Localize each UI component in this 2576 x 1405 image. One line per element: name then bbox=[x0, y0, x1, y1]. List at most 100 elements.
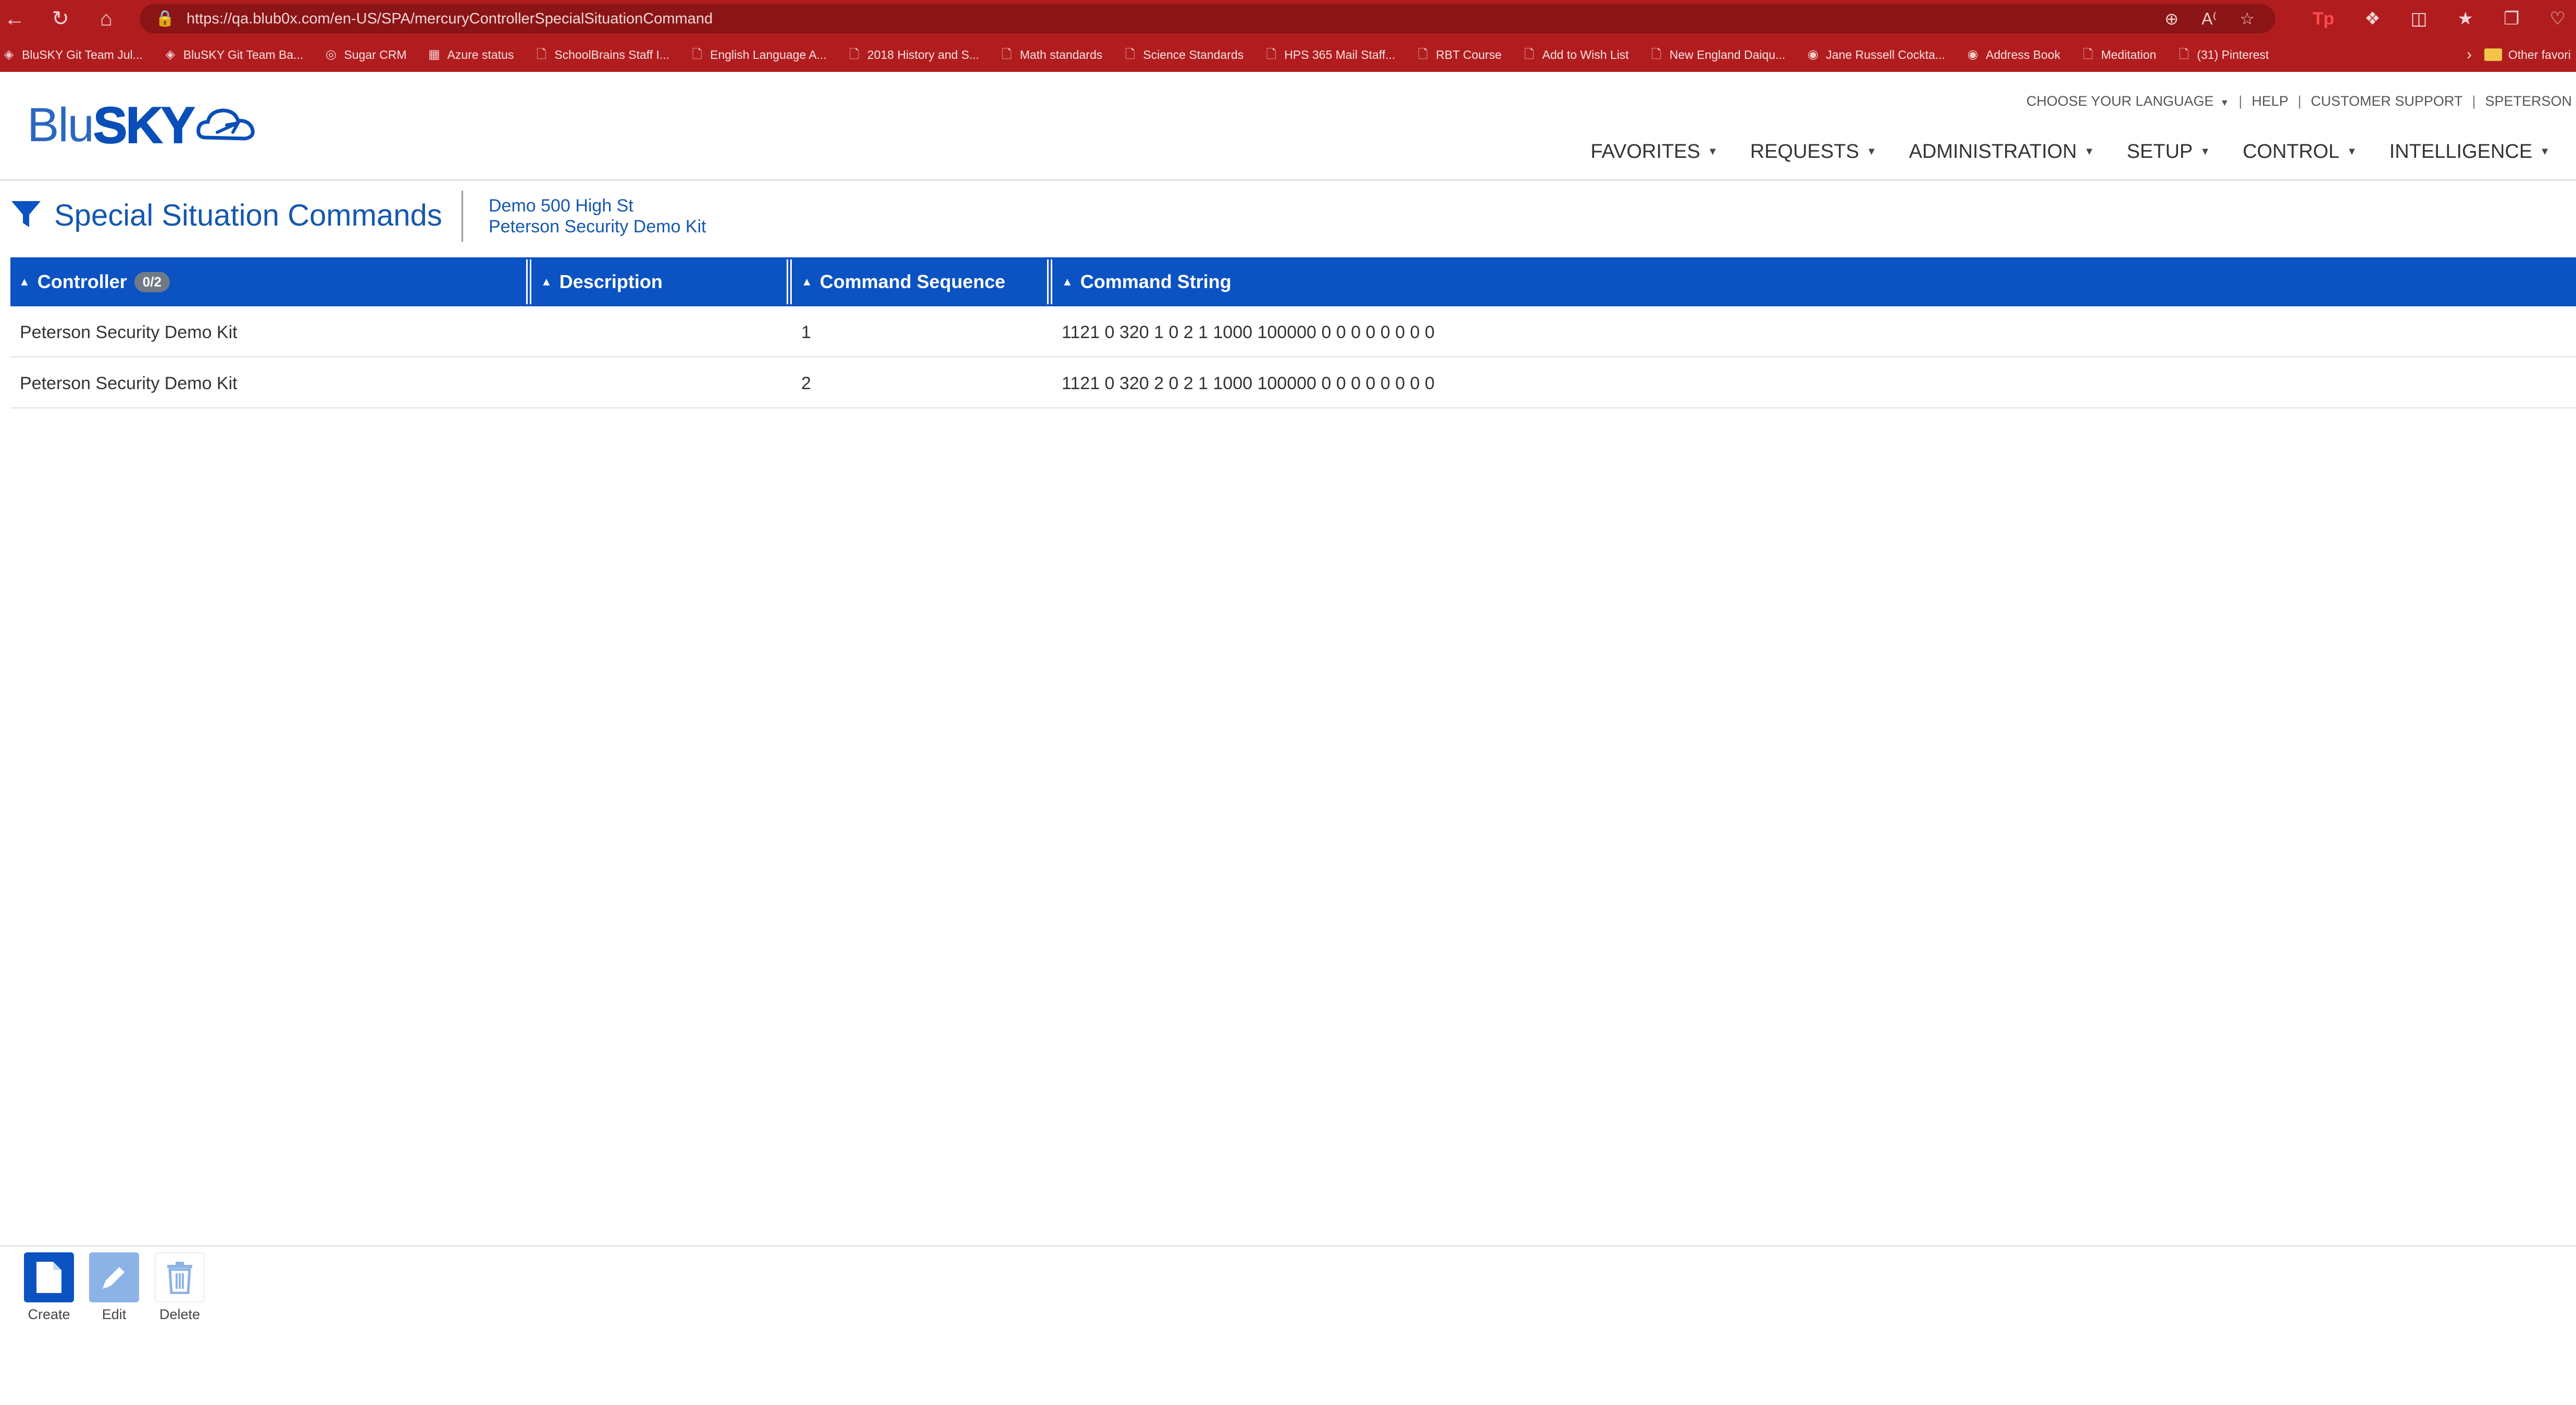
lock-icon: 🔒 bbox=[155, 10, 175, 27]
page-icon: 🗋 bbox=[1125, 47, 1135, 61]
address-bar[interactable]: 🔒 https://qa.blub0x.com/en-US/SPA/mercur… bbox=[140, 4, 2275, 33]
page-icon: 🗋 bbox=[1002, 47, 1012, 61]
table-row[interactable]: Peterson Security Demo Kit 1 1121 0 320 … bbox=[10, 307, 2576, 357]
language-dropdown[interactable]: CHOOSE YOUR LANGUAGE ▼ bbox=[2026, 93, 2229, 109]
column-header-command-sequence[interactable]: ▲︎ Command Sequence bbox=[801, 257, 1005, 306]
table-row[interactable]: Peterson Security Demo Kit 2 1121 0 320 … bbox=[10, 358, 2576, 408]
globe-icon: ◉ bbox=[1807, 47, 1819, 61]
extension-icon[interactable]: Tp bbox=[2312, 9, 2334, 29]
nav-favorites[interactable]: FAVORITES ▼ bbox=[1590, 141, 1718, 163]
bookmark-item[interactable]: 🗋 Math standards bbox=[1000, 47, 1102, 62]
column-header-description[interactable]: ▲︎ Description bbox=[541, 257, 663, 306]
cell-sequence: 1 bbox=[801, 322, 811, 342]
main-navigation: FAVORITES ▼ REQUESTS ▼ ADMINISTRATION ▼ SET… bbox=[1590, 139, 2550, 165]
page-icon: 🗋 bbox=[1266, 47, 1276, 61]
split-screen-icon[interactable]: ◫ bbox=[2410, 8, 2427, 29]
bookmark-item[interactable]: 🗋 Add to Wish List bbox=[1523, 47, 1629, 62]
caret-down-icon: ▼ bbox=[2220, 97, 2230, 108]
column-resize-handle[interactable] bbox=[787, 259, 792, 304]
column-resize-handle[interactable] bbox=[1047, 259, 1052, 304]
blusky-logo[interactable]: Blu SKY bbox=[27, 94, 258, 152]
sort-ascending-icon: ▲ bbox=[19, 275, 30, 288]
filter-icon[interactable] bbox=[10, 199, 42, 230]
page-icon: 🗋 bbox=[1651, 47, 1662, 61]
bookmark-item[interactable]: 🗋 (31) Pinterest bbox=[2177, 47, 2269, 62]
title-divider bbox=[462, 191, 463, 242]
selection-count-badge: 0/2 bbox=[134, 271, 170, 292]
customer-support-link[interactable]: CUSTOMER SUPPORT bbox=[2311, 93, 2463, 109]
browser-toolbar: ← ↻ ⌂ 🔒 https://qa.blub0x.com/en-US/SPA/… bbox=[0, 0, 2576, 38]
nav-requests[interactable]: REQUESTS ▼ bbox=[1750, 141, 1877, 163]
edit-button[interactable]: Edit bbox=[88, 1252, 140, 1323]
caret-down-icon: ▼ bbox=[1866, 145, 1877, 157]
bookmark-item[interactable]: 🗋 English Language A... bbox=[690, 47, 826, 62]
bookmark-item[interactable]: 🗋 SchoolBrains Staff I... bbox=[534, 47, 669, 62]
column-header-controller[interactable]: ▲ Controller 0/2 bbox=[19, 257, 170, 306]
cell-command-string: 1121 0 320 2 0 2 1 1000 100000 0 0 0 0 0… bbox=[1062, 374, 1435, 393]
header-divider bbox=[0, 179, 2576, 181]
bookmark-item[interactable]: ◉ Jane Russell Cockta... bbox=[1806, 47, 1945, 62]
page-icon: 🗋 bbox=[1524, 47, 1535, 61]
bookmarks-bar: ◈ BluSKY Git Team Jul... ◈ BluSKY Git Team … bbox=[0, 38, 2576, 72]
page-icon: 🗋 bbox=[2083, 47, 2093, 61]
favorite-star-icon[interactable]: ☆ bbox=[2239, 9, 2255, 29]
refresh-icon[interactable]: ↻ bbox=[46, 4, 75, 33]
nav-setup[interactable]: SETUP ▼ bbox=[2127, 141, 2211, 163]
page-icon: 🗋 bbox=[1417, 47, 1428, 61]
page-icon: 🗋 bbox=[849, 47, 860, 61]
bookmark-item[interactable]: ◈ BluSKY Git Team Jul... bbox=[2, 47, 143, 62]
bookmark-item[interactable]: ◈ BluSKY Git Team Ba... bbox=[164, 47, 304, 62]
bookmark-item[interactable]: ▦ Azure status bbox=[428, 47, 514, 62]
bookmark-item[interactable]: 🗋 New England Daiqu... bbox=[1650, 47, 1785, 62]
nav-control[interactable]: CONTROL ▼ bbox=[2243, 141, 2357, 163]
back-arrow-icon[interactable]: ← bbox=[0, 4, 29, 33]
git-icon: ◈ bbox=[165, 47, 176, 61]
column-resize-handle[interactable] bbox=[526, 259, 531, 304]
context-info: Demo 500 High St Peterson Security Demo … bbox=[489, 195, 706, 237]
pencil-icon bbox=[103, 1267, 125, 1289]
zoom-icon[interactable]: ⊕ bbox=[2164, 9, 2179, 29]
utility-links: CHOOSE YOUR LANGUAGE ▼ | HELP | CUSTOMER … bbox=[2026, 93, 2572, 109]
cloud-logo-icon bbox=[196, 108, 255, 141]
collections-icon[interactable]: ❐ bbox=[2504, 8, 2519, 29]
url-text[interactable]: https://qa.blub0x.com/en-US/SPA/mercuryC… bbox=[186, 4, 713, 33]
other-favorites[interactable]: Other favori bbox=[2484, 38, 2576, 72]
create-button[interactable]: Create bbox=[23, 1252, 75, 1323]
page-title: Special Situation Commands bbox=[54, 198, 442, 232]
page-icon: 🗋 bbox=[692, 47, 702, 61]
extensions-puzzle-icon[interactable]: ❖ bbox=[2365, 8, 2380, 29]
context-controller: Peterson Security Demo Kit bbox=[489, 217, 706, 237]
performance-icon[interactable]: ♡ bbox=[2550, 8, 2566, 29]
delete-button[interactable]: Delete bbox=[154, 1252, 206, 1323]
chevron-right-icon[interactable]: › bbox=[2467, 38, 2472, 72]
nav-intelligence[interactable]: INTELLIGENCE ▼ bbox=[2390, 141, 2550, 163]
bookmark-item[interactable]: 🗋 Meditation bbox=[2081, 47, 2157, 62]
column-header-command-string[interactable]: ▲︎ Command String bbox=[1062, 257, 1231, 306]
context-site: Demo 500 High St bbox=[489, 196, 633, 216]
bookmark-item[interactable]: 🗋 Science Standards bbox=[1123, 47, 1244, 62]
caret-down-icon: ▼ bbox=[2540, 145, 2550, 157]
cell-command-string: 1121 0 320 1 0 2 1 1000 100000 0 0 0 0 0… bbox=[1062, 322, 1435, 342]
home-icon[interactable]: ⌂ bbox=[92, 4, 121, 33]
bookmark-item[interactable]: ◉ Address Book bbox=[1966, 47, 2061, 62]
bookmark-item[interactable]: 🗋 2018 History and S... bbox=[848, 47, 979, 62]
help-link[interactable]: HELP bbox=[2251, 93, 2288, 109]
user-menu[interactable]: SPETERSON bbox=[2485, 93, 2572, 109]
caret-down-icon: ▼ bbox=[1707, 145, 1718, 157]
caret-down-icon: ▼ bbox=[2200, 145, 2211, 157]
bookmark-item[interactable]: 🗋 HPS 365 Mail Staff... bbox=[1264, 47, 1396, 62]
bookmark-item[interactable]: 🗋 RBT Course bbox=[1416, 47, 1502, 62]
read-aloud-icon[interactable]: A⁽ bbox=[2201, 9, 2217, 29]
sugar-icon: ◎ bbox=[325, 47, 337, 61]
cell-sequence: 2 bbox=[801, 374, 811, 393]
caret-down-icon: ▼ bbox=[2346, 145, 2357, 157]
cell-controller: Peterson Security Demo Kit bbox=[20, 374, 238, 393]
globe-icon: ◉ bbox=[1967, 47, 1978, 61]
bookmark-item[interactable]: ◎ Sugar CRM bbox=[324, 47, 407, 62]
new-document-icon bbox=[36, 1262, 61, 1293]
page-icon: 🗋 bbox=[536, 47, 546, 61]
sort-icon: ▲︎ bbox=[801, 275, 813, 288]
microsoft-icon: ▦ bbox=[428, 47, 440, 61]
nav-administration[interactable]: ADMINISTRATION ▼ bbox=[1909, 141, 2094, 163]
favorites-icon[interactable]: ★ bbox=[2458, 8, 2473, 29]
